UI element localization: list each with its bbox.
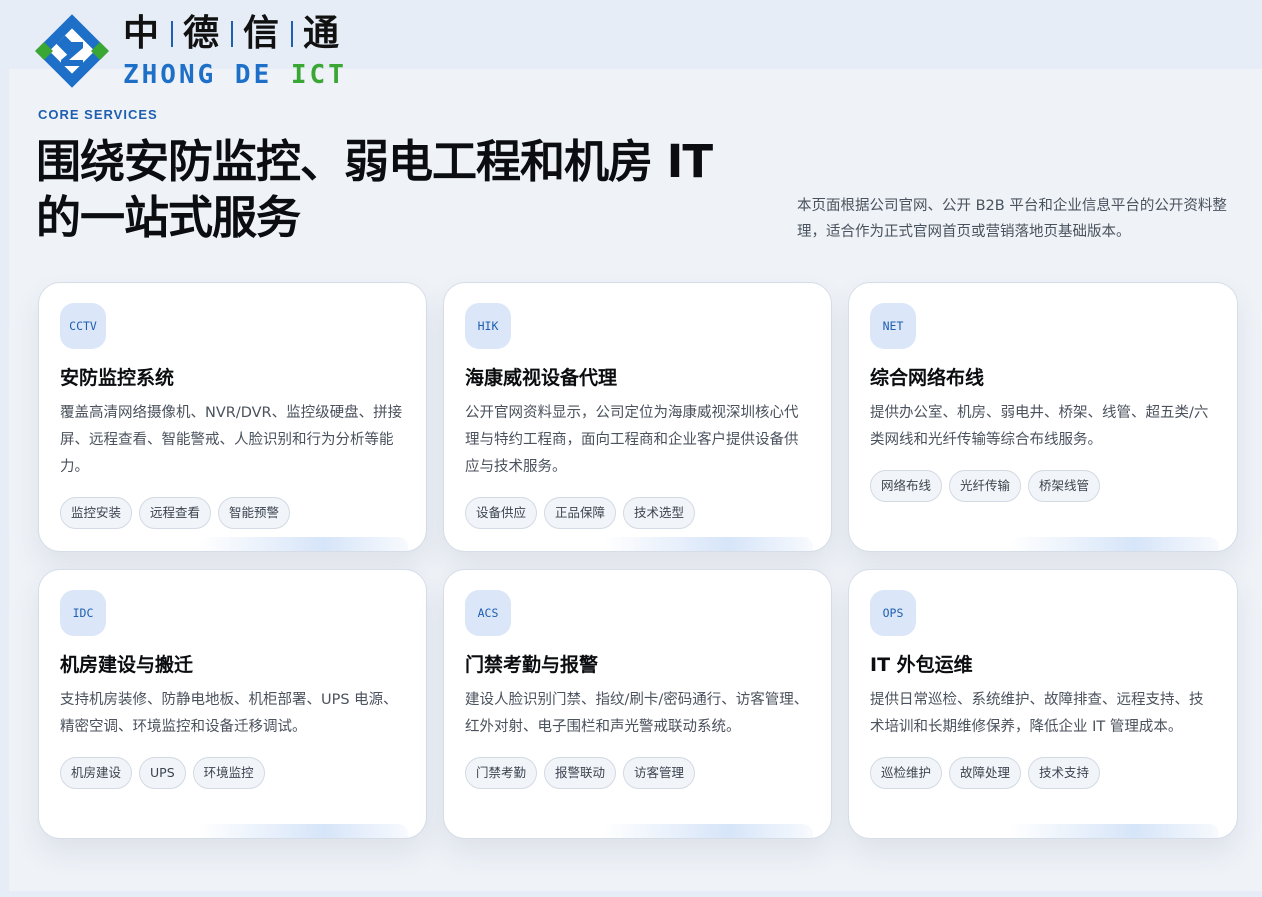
service-tag[interactable]: 光纤传输 [949, 470, 1022, 502]
service-tag[interactable]: 网络布线 [870, 470, 943, 502]
section-eyebrow: CORE SERVICES [38, 107, 158, 122]
service-tag[interactable]: 正品保障 [544, 497, 617, 529]
service-tag[interactable]: UPS [139, 757, 186, 789]
service-tags: 监控安装 远程查看 智能预警 [60, 497, 405, 529]
service-card-idc[interactable]: IDC 机房建设与搬迁 支持机房装修、防静电地板、机柜部署、UPS 电源、精密空… [38, 569, 427, 839]
service-code-badge: HIK [465, 303, 511, 349]
service-tag[interactable]: 桥架线管 [1028, 470, 1101, 502]
service-tag[interactable]: 技术支持 [1028, 757, 1101, 789]
service-card-cctv[interactable]: CCTV 安防监控系统 覆盖高清网络摄像机、NVR/DVR、监控级硬盘、拼接屏、… [38, 282, 427, 552]
service-title: IT 外包运维 [870, 654, 973, 676]
service-tags: 机房建设 UPS 环境监控 [60, 757, 405, 789]
service-tags: 设备供应 正品保障 技术选型 [465, 497, 810, 529]
service-code-badge: OPS [870, 590, 916, 636]
service-title: 门禁考勤与报警 [465, 654, 599, 676]
service-tags: 巡检维护 故障处理 技术支持 [870, 757, 1216, 789]
brand-logo[interactable]: 中德信通 ZHONG DE ICT [33, 12, 347, 92]
service-code-badge: CCTV [60, 303, 106, 349]
service-tags: 网络布线 光纤传输 桥架线管 [870, 470, 1216, 502]
service-tag[interactable]: 设备供应 [465, 497, 538, 529]
service-card-hik[interactable]: HIK 海康威视设备代理 公开官网资料显示，公司定位为海康威视深圳核心代理与特约… [443, 282, 832, 552]
service-tag[interactable]: 机房建设 [60, 757, 133, 789]
service-tag[interactable]: 故障处理 [949, 757, 1022, 789]
service-tag[interactable]: 访客管理 [623, 757, 696, 789]
service-description: 提供日常巡检、系统维护、故障排查、远程支持、技术培训和长期维修保养，降低企业 I… [870, 692, 1204, 735]
service-tag[interactable]: 巡检维护 [870, 757, 943, 789]
service-title: 机房建设与搬迁 [60, 654, 194, 676]
service-tag[interactable]: 报警联动 [544, 757, 617, 789]
service-card-ops[interactable]: OPS IT 外包运维 提供日常巡检、系统维护、故障排查、远程支持、技术培训和长… [848, 569, 1238, 839]
service-title: 海康威视设备代理 [465, 367, 618, 389]
service-description: 建设人脸识别门禁、指纹/刷卡/密码通行、访客管理、红外对射、电子围栏和声光警戒联… [465, 692, 809, 735]
service-title: 安防监控系统 [60, 367, 175, 389]
service-code-badge: NET [870, 303, 916, 349]
service-tags: 门禁考勤 报警联动 访客管理 [465, 757, 810, 789]
services-grid: CCTV 安防监控系统 覆盖高清网络摄像机、NVR/DVR、监控级硬盘、拼接屏、… [38, 282, 1238, 839]
service-card-acs[interactable]: ACS 门禁考勤与报警 建设人脸识别门禁、指纹/刷卡/密码通行、访客管理、红外对… [443, 569, 832, 839]
service-card-net[interactable]: NET 综合网络布线 提供办公室、机房、弱电井、桥架、线管、超五类/六类网线和光… [848, 282, 1238, 552]
service-tag[interactable]: 远程查看 [139, 497, 212, 529]
service-tag[interactable]: 门禁考勤 [465, 757, 538, 789]
brand-name-en: ZHONG DE ICT [123, 60, 347, 90]
service-tag[interactable]: 监控安装 [60, 497, 133, 529]
logo-mark-icon [35, 14, 109, 88]
section-intro: 本页面根据公司官网、公开 B2B 平台和企业信息平台的公开资料整理，适合作为正式… [797, 198, 1227, 240]
service-tag[interactable]: 环境监控 [192, 757, 265, 789]
service-description: 提供办公室、机房、弱电井、桥架、线管、超五类/六类网线和光纤传输等综合布线服务。 [870, 405, 1209, 448]
brand-name-cn: 中德信通 [123, 13, 342, 54]
section-headline: 围绕安防监控、弱电工程和机房 IT 的一站式服务 [36, 135, 713, 244]
service-description: 覆盖高清网络摄像机、NVR/DVR、监控级硬盘、拼接屏、远程查看、智能警戒、人脸… [60, 405, 403, 475]
service-description: 公开官网资料显示，公司定位为海康威视深圳核心代理与特约工程商，面向工程商和企业客… [465, 405, 799, 475]
service-tag[interactable]: 智能预警 [218, 497, 291, 529]
service-title: 综合网络布线 [870, 367, 985, 389]
service-description: 支持机房装修、防静电地板、机柜部署、UPS 电源、精密空调、环境监控和设备迁移调… [60, 692, 398, 735]
service-code-badge: IDC [60, 590, 106, 636]
service-tag[interactable]: 技术选型 [623, 497, 696, 529]
service-code-badge: ACS [465, 590, 511, 636]
